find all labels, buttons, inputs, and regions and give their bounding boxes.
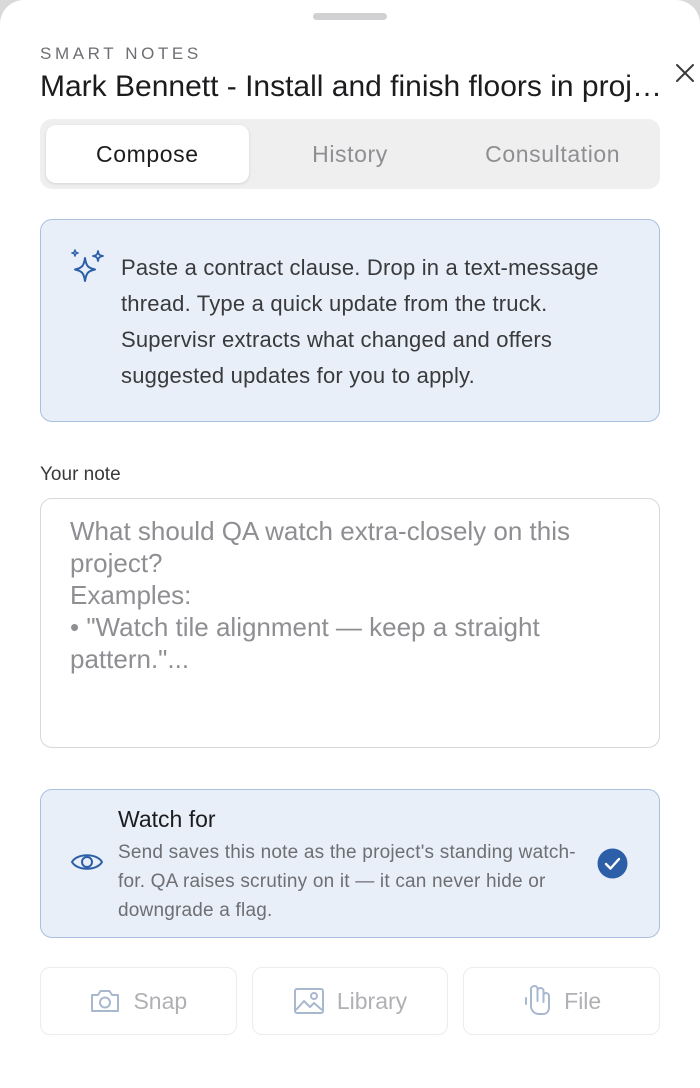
image-icon: [293, 988, 324, 1014]
library-label: Library: [336, 987, 408, 1014]
snap-button[interactable]: Snap: [40, 967, 237, 1035]
checkmark-circle-icon[interactable]: [597, 848, 628, 879]
paperclip-icon: [525, 985, 551, 1015]
segmented-tabs: Compose History Consultation: [40, 119, 660, 189]
library-button[interactable]: Library: [251, 967, 449, 1035]
tab-compose[interactable]: Compose: [46, 125, 249, 183]
close-icon: [676, 64, 694, 82]
sparkles-icon: [71, 249, 104, 282]
page-title: Mark Bennett - Install and finish floors…: [40, 70, 665, 103]
watch-for-description: Send saves this note as the project's st…: [118, 842, 576, 921]
attachment-actions: Snap Library File: [40, 967, 661, 1035]
info-text: Paste a contract clause. Drop in a text-…: [121, 255, 599, 388]
note-label: Your note: [40, 464, 121, 485]
snap-label: Snap: [133, 987, 188, 1014]
note-field-container: [40, 498, 660, 748]
tab-consultation[interactable]: Consultation: [451, 125, 654, 183]
tab-history[interactable]: History: [249, 125, 452, 183]
sheet-eyebrow: SMART NOTES: [40, 44, 202, 63]
eye-icon: [71, 854, 103, 870]
file-button[interactable]: File: [463, 967, 661, 1035]
info-panel: Paste a contract clause. Drop in a text-…: [40, 219, 660, 422]
watch-for-toggle[interactable]: Watch for Send saves this note as the pr…: [40, 789, 660, 938]
smart-notes-sheet: SMART NOTES Mark Bennett - Install and f…: [0, 0, 700, 1088]
file-label: File: [564, 987, 602, 1014]
camera-icon: [91, 990, 120, 1012]
close-button[interactable]: [671, 59, 699, 87]
note-input[interactable]: [70, 515, 630, 735]
sheet-grabber[interactable]: [313, 13, 387, 20]
watch-for-title: Watch for: [118, 806, 216, 832]
